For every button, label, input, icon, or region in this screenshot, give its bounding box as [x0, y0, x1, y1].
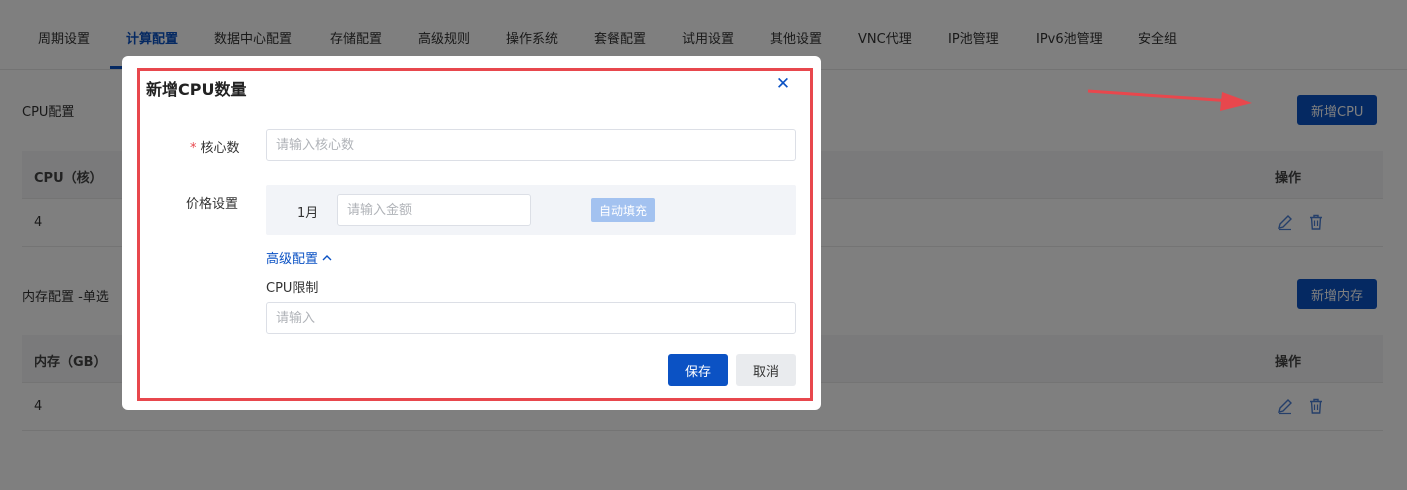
advanced-config-label: 高级配置: [266, 252, 319, 267]
cpu-limit-label: CPU限制: [266, 281, 319, 296]
dialog-title: 新增CPU数量: [146, 80, 247, 99]
cancel-button[interactable]: 取消: [736, 354, 796, 386]
cpu-limit-input[interactable]: [266, 302, 796, 334]
core-count-input[interactable]: [266, 129, 796, 161]
price-settings-label: 价格设置: [186, 197, 239, 212]
core-count-label-text: 核心数: [200, 141, 240, 156]
advanced-config-toggle[interactable]: 高级配置: [266, 248, 332, 267]
chevron-up-icon: [322, 254, 332, 260]
close-icon[interactable]: ✕: [774, 74, 792, 94]
price-period-label: 1月: [297, 206, 319, 221]
autofill-button[interactable]: 自动填充: [591, 198, 656, 222]
core-count-label: * 核心数: [190, 137, 240, 156]
price-amount-input[interactable]: [337, 194, 531, 226]
required-mark: *: [190, 141, 197, 156]
save-button[interactable]: 保存: [668, 354, 728, 386]
